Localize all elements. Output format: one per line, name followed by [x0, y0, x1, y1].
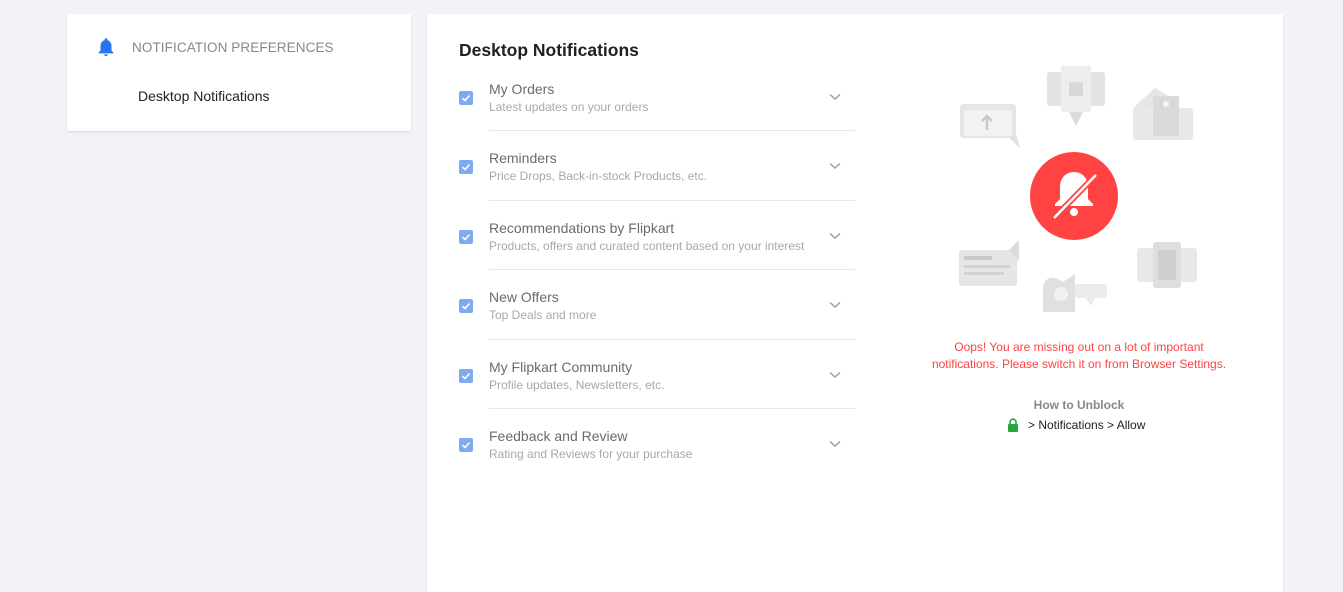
preference-item-new-offers: New Offers Top Deals and more [459, 270, 855, 340]
bell-icon [98, 38, 114, 57]
checkbox[interactable] [459, 299, 473, 314]
sidebar-title: NOTIFICATION PREFERENCES [132, 39, 334, 55]
how-to-unblock-title: How to Unblock [1033, 398, 1125, 412]
sidebar-item-desktop-notifications[interactable]: Desktop Notifications [138, 88, 270, 104]
checkbox[interactable] [459, 91, 473, 105]
community-chat-icon [1043, 274, 1107, 312]
missing-notifications-warning: Oops! You are missing out on a lot of im… [909, 339, 1249, 373]
preference-item-community: My Flipkart Community Profile updates, Ne… [459, 340, 855, 409]
warning-line: notifications. Please switch it on from … [931, 357, 1227, 371]
unblock-path-text: > Notifications > Allow [1028, 418, 1146, 432]
preference-item-recommendations: Recommendations by Flipkart Products, off… [459, 201, 855, 271]
notifications-blocked-illustration [959, 66, 1197, 312]
blocked-bell-badge [1030, 152, 1118, 240]
shopping-bag-icon [1133, 88, 1193, 140]
preference-item-reminders: Reminders Price Drops, Back-in-stock Prod… [459, 131, 855, 201]
chevron-down-icon[interactable] [828, 92, 842, 102]
check-icon [461, 441, 471, 449]
checkbox[interactable] [459, 368, 473, 383]
checkbox[interactable] [459, 437, 473, 452]
preference-item-my-orders: My Orders Latest updates on your orders [459, 62, 855, 132]
check-icon [461, 164, 471, 172]
warning-line: Oops! You are missing out on a lot of im… [954, 340, 1204, 354]
chevron-down-icon[interactable] [828, 370, 842, 380]
receipt-icon [960, 104, 1020, 148]
preference-title: My Flipkart Community [489, 358, 633, 375]
preference-subtitle: Latest updates on your orders [489, 100, 649, 114]
checkbox[interactable] [459, 229, 473, 244]
sidebar-card: NOTIFICATION PREFERENCES Desktop Notific… [67, 14, 411, 131]
lock-icon [1008, 418, 1018, 432]
check-icon [461, 372, 471, 380]
mobile-phone-icon [1137, 242, 1197, 288]
page-title: Desktop Notifications [459, 40, 639, 60]
preference-item-feedback: Feedback and Review Rating and Reviews fo… [459, 409, 855, 478]
unblock-instructions: > Notifications > Allow [1007, 418, 1145, 432]
chevron-down-icon[interactable] [828, 161, 842, 171]
preference-subtitle: Top Deals and more [489, 308, 597, 323]
preference-subtitle: Products, offers and curated content bas… [489, 238, 805, 253]
check-icon [461, 233, 471, 241]
main-panel: Desktop Notifications My Orders Latest up… [427, 14, 1283, 592]
preference-title: Recommendations by Flipkart [489, 219, 675, 236]
preference-title: Reminders [489, 150, 557, 167]
preference-title: Feedback and Review [489, 427, 628, 444]
chevron-down-icon[interactable] [828, 439, 842, 449]
preferences-list: My Orders Latest updates on your orders R… [459, 62, 855, 478]
check-icon [461, 94, 471, 102]
sidebar-header: NOTIFICATION PREFERENCES [95, 36, 334, 58]
chevron-down-icon[interactable] [828, 300, 842, 310]
newsletter-icon [959, 240, 1019, 286]
chevron-down-icon[interactable] [828, 231, 842, 241]
preference-subtitle: Rating and Reviews for your purchase [489, 446, 693, 461]
preference-subtitle: Profile updates, Newsletters, etc. [489, 377, 665, 392]
preference-title: My Orders [489, 81, 555, 97]
check-icon [461, 303, 471, 310]
preference-title: New Offers [489, 289, 559, 306]
preference-subtitle: Price Drops, Back-in-stock Products, etc… [489, 169, 708, 184]
gift-box-icon [1047, 66, 1105, 126]
checkbox[interactable] [459, 160, 473, 175]
